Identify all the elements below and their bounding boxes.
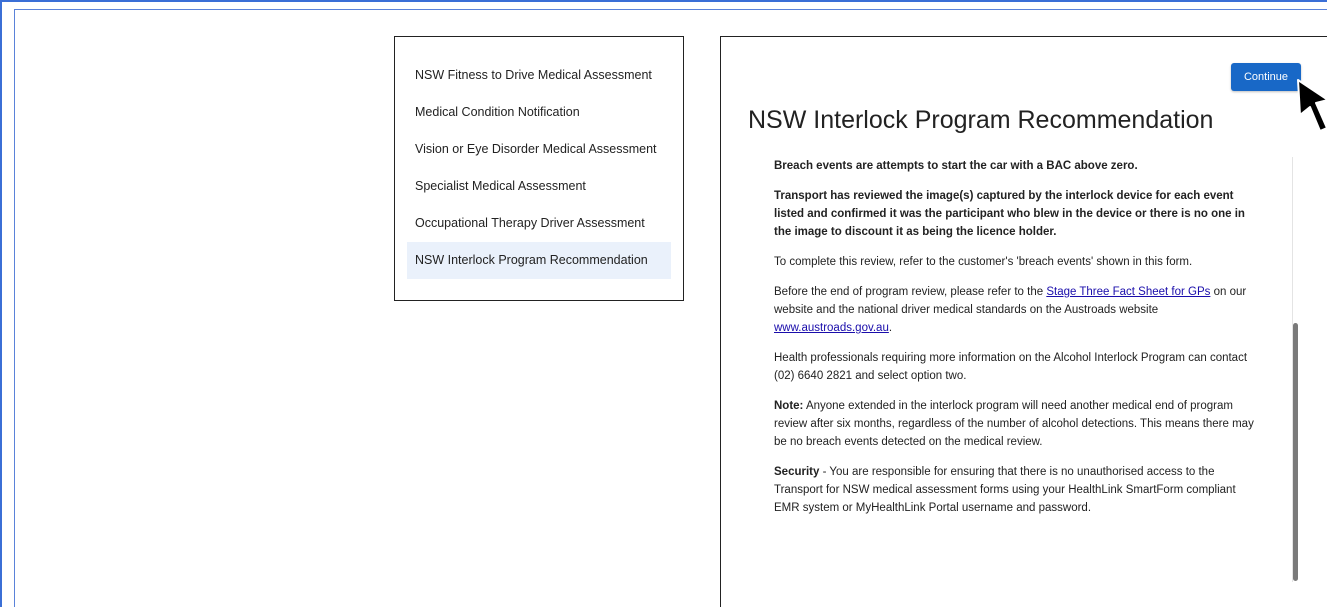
page-title: NSW Interlock Program Recommendation: [748, 106, 1214, 134]
nav-item-medical-condition[interactable]: Medical Condition Notification: [407, 94, 671, 131]
nav-item-specialist[interactable]: Specialist Medical Assessment: [407, 168, 671, 205]
form-navigation-list: NSW Fitness to Drive Medical Assessment …: [395, 37, 683, 279]
scrollbar-thumb[interactable]: [1293, 323, 1298, 581]
mouse-pointer-icon: [1297, 79, 1327, 132]
nav-item-interlock-program[interactable]: NSW Interlock Program Recommendation: [407, 242, 671, 279]
before-end-pre: Before the end of program review, please…: [774, 286, 1047, 298]
complete-review-text: To complete this review, refer to the cu…: [774, 256, 1193, 268]
austroads-link[interactable]: www.austroads.gov.au: [774, 322, 889, 334]
breach-events-text: Breach events are attempts to start the …: [774, 160, 1138, 172]
note-text: Note: Anyone extended in the interlock p…: [774, 397, 1261, 451]
security-label: Security: [774, 466, 820, 478]
security-body: - You are responsible for ensuring that …: [774, 466, 1236, 514]
before-end-post: .: [888, 322, 893, 334]
nav-item-vision-eye[interactable]: Vision or Eye Disorder Medical Assessmen…: [407, 131, 671, 168]
form-content: Breach events are attempts to start the …: [774, 157, 1261, 597]
note-body: Anyone extended in the interlock program…: [774, 400, 1254, 448]
nav-item-occupational-therapy[interactable]: Occupational Therapy Driver Assessment: [407, 205, 671, 242]
health-professionals-text: Health professionals requiring more info…: [774, 352, 1248, 382]
before-end-text: Before the end of program review, please…: [774, 283, 1261, 337]
note-label: Note:: [774, 400, 804, 412]
security-text: Security - You are responsible for ensur…: [774, 463, 1261, 517]
form-content-panel: Continue NSW Interlock Program Recommend…: [720, 36, 1327, 607]
transport-review-text: Transport has reviewed the image(s) capt…: [774, 190, 1245, 238]
nav-item-fitness-to-drive[interactable]: NSW Fitness to Drive Medical Assessment: [407, 57, 671, 94]
form-navigation-panel: NSW Fitness to Drive Medical Assessment …: [394, 36, 684, 301]
fact-sheet-link[interactable]: Stage Three Fact Sheet for GPs: [1046, 286, 1210, 298]
continue-button[interactable]: Continue: [1231, 63, 1301, 91]
